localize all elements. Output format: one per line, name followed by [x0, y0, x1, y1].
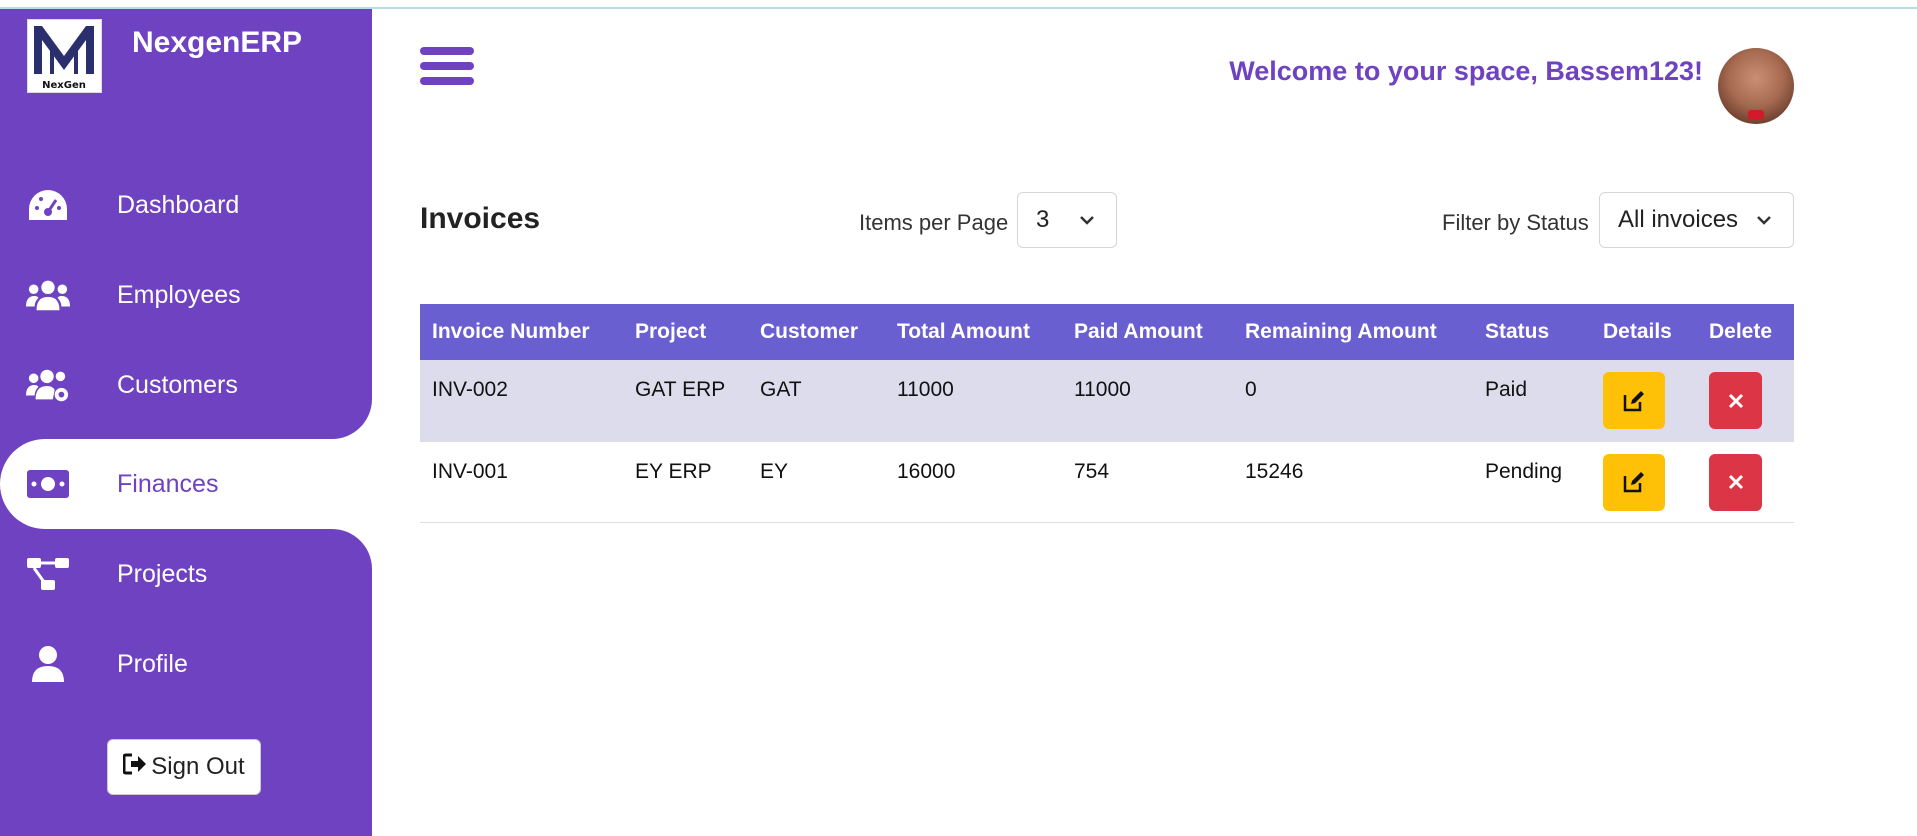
table-row: INV-002 GAT ERP GAT 11000 11000 0 Paid — [420, 360, 1794, 441]
delete-button[interactable] — [1709, 453, 1762, 511]
sidebar-item-dashboard[interactable]: Dashboard — [0, 160, 372, 250]
status-cell: Pending — [1485, 459, 1563, 483]
avatar[interactable] — [1718, 48, 1794, 124]
chevron-down-icon — [1757, 216, 1771, 225]
sidebar-item-label: Projects — [117, 559, 208, 588]
brand-name: NexgenERP — [132, 26, 303, 59]
delete-button[interactable] — [1709, 372, 1762, 429]
close-icon — [1728, 474, 1743, 490]
project-cell: GAT ERP — [635, 378, 726, 401]
edit-icon — [1623, 472, 1644, 493]
column-header: Delete — [1709, 320, 1773, 343]
sign-out-label: Sign Out — [151, 753, 245, 780]
filter-status-select[interactable]: All invoices — [1599, 192, 1794, 248]
sidebar-item-projects[interactable]: Projects — [0, 529, 372, 619]
edit-details-button[interactable] — [1603, 453, 1665, 511]
welcome-message: Welcome to your space, Bassem123! — [1229, 56, 1703, 86]
column-header: Details — [1603, 320, 1672, 343]
delete-cell — [1697, 360, 1794, 441]
money-bill-icon — [26, 464, 70, 504]
sign-out-icon — [122, 753, 147, 782]
filter-status-label: Filter by Status — [1442, 210, 1589, 235]
sidebar-item-label: Finances — [117, 469, 219, 498]
logo-text: NexGen — [42, 80, 86, 91]
project-diagram-icon — [26, 554, 70, 594]
project-cell: EY ERP — [635, 459, 712, 483]
customer-cell: EY — [760, 459, 789, 483]
items-per-page-value: 3 — [1036, 206, 1050, 233]
column-header: Paid Amount — [1074, 320, 1203, 343]
sidebar-item-finances[interactable]: Finances — [0, 439, 372, 529]
nexgen-logo[interactable]: NexGen — [27, 19, 102, 93]
filter-status-value: All invoices — [1618, 206, 1739, 233]
sign-out-button[interactable]: Sign Out — [107, 739, 261, 795]
top-border — [0, 0, 1917, 9]
details-cell — [1591, 360, 1697, 441]
column-header: Remaining Amount — [1245, 320, 1437, 343]
paid-amount-cell: 11000 — [1074, 378, 1131, 401]
sidebar-item-label: Profile — [117, 649, 188, 678]
column-header: Total Amount — [897, 320, 1030, 343]
sidebar-item-label: Dashboard — [117, 190, 240, 219]
chevron-down-icon — [1080, 216, 1094, 225]
edit-details-button[interactable] — [1603, 372, 1665, 429]
sidebar: NexGen NexgenERP Dashboard Employees Cus… — [0, 9, 372, 836]
users-icon — [26, 275, 70, 315]
remaining-amount-cell: 15246 — [1245, 459, 1304, 483]
table-header-row: Invoice Number Project Customer Total Am… — [420, 304, 1794, 360]
menu-toggle-icon[interactable] — [420, 47, 474, 93]
invoice-number-cell: INV-001 — [432, 459, 508, 483]
column-header: Project — [635, 320, 707, 343]
sidebar-item-profile[interactable]: Profile — [0, 619, 372, 709]
close-icon — [1728, 393, 1743, 408]
edit-icon — [1623, 390, 1644, 411]
column-header: Customer — [760, 320, 859, 343]
paid-amount-cell: 754 — [1074, 459, 1110, 483]
user-icon — [26, 644, 70, 684]
column-header: Status — [1485, 320, 1550, 343]
table-row: INV-001 EY ERP EY 16000 754 15246 Pendin… — [420, 441, 1794, 522]
items-per-page-label: Items per Page — [859, 210, 1009, 235]
details-cell — [1591, 441, 1697, 522]
sidebar-item-label: Employees — [117, 280, 241, 309]
remaining-amount-cell: 0 — [1245, 378, 1257, 401]
page-title: Invoices — [420, 202, 541, 235]
items-per-page-select[interactable]: 3 — [1017, 192, 1117, 248]
sidebar-item-employees[interactable]: Employees — [0, 250, 372, 340]
total-amount-cell: 11000 — [897, 378, 954, 401]
dashboard-gauge-icon — [26, 185, 70, 225]
delete-cell — [1697, 441, 1794, 522]
column-header: Invoice Number — [432, 320, 590, 343]
sidebar-item-customers[interactable]: Customers — [0, 340, 372, 430]
invoices-table: Invoice Number Project Customer Total Am… — [420, 304, 1794, 523]
customer-cell: GAT — [760, 378, 802, 401]
sidebar-item-label: Customers — [117, 370, 238, 399]
total-amount-cell: 16000 — [897, 459, 956, 483]
status-cell: Paid — [1485, 378, 1528, 401]
users-cog-icon — [26, 365, 70, 405]
invoice-number-cell: INV-002 — [432, 378, 508, 401]
active-curve-top — [332, 399, 372, 439]
